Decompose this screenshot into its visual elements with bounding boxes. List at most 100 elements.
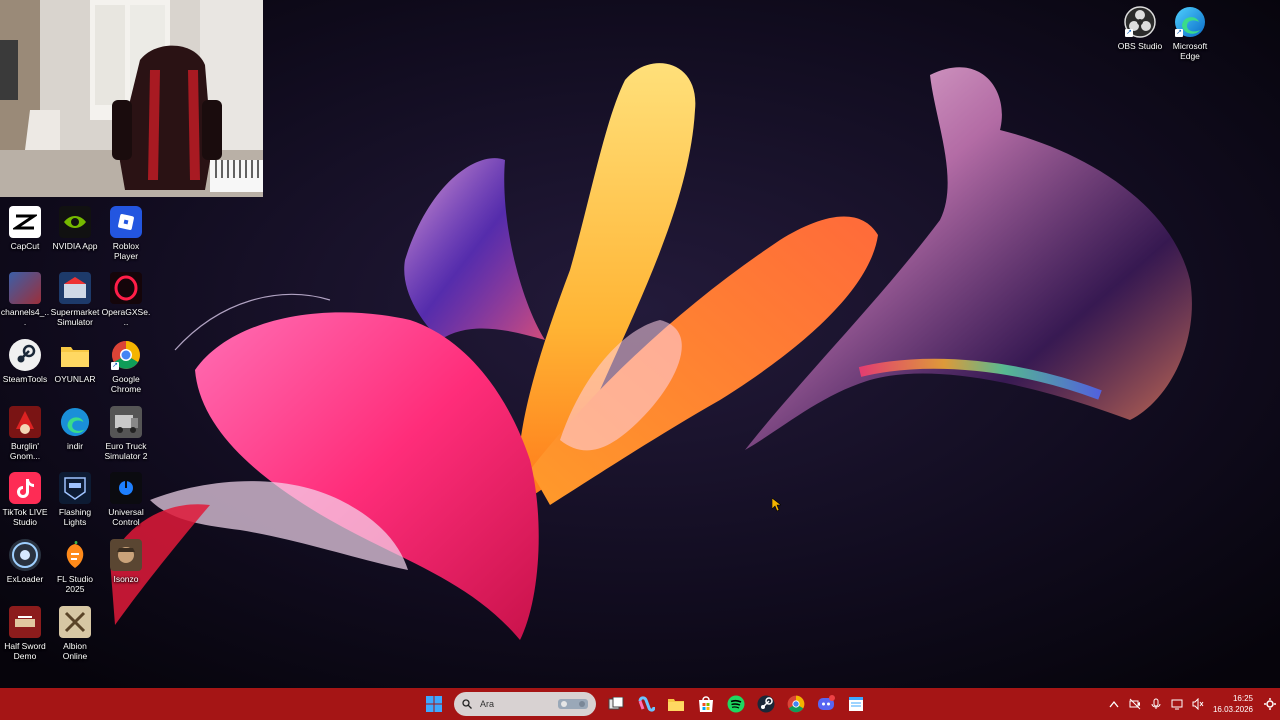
nvidia-icon [59,206,91,238]
supermarket-simulator-icon [59,272,91,304]
desktop-icon-label: FL Studio 2025 [56,574,94,594]
desktop-icon-label: NVIDIA App [52,241,98,251]
microsoft-store-button[interactable] [694,692,718,716]
microphone-button[interactable] [1146,688,1167,720]
shortcut-arrow-icon: ↗ [1175,29,1183,37]
desktop-icon-albion-online[interactable]: Albion Online [50,600,100,661]
search-input[interactable] [478,698,552,710]
desktop-icon-label: Burglin' Gnom... [9,441,41,461]
windows-logo-icon [426,696,442,712]
desktop-icon-isonzo[interactable]: Isonzo [101,533,151,584]
desktop-icon-nvidia-app[interactable]: NVIDIA App [50,200,100,251]
desktop-icon-label: TikTok LIVE Studio [2,507,48,527]
folder-icon [668,699,684,711]
desktop-icon-exloader[interactable]: ExLoader [0,533,50,584]
volume-button[interactable] [1188,688,1209,720]
desktop-icon-microsoft-edge[interactable]: ↗ Microsoft Edge [1165,0,1215,61]
half-sword-icon [9,606,41,638]
steam-button[interactable] [754,692,778,716]
chrome-taskbar-button[interactable] [784,692,808,716]
notepad-icon [849,697,863,711]
network-icon [1171,699,1183,710]
mouse-cursor-icon [772,498,781,512]
desktop-icon-label: Half Sword Demo [4,641,46,661]
task-view-button[interactable] [604,692,628,716]
image-file-icon [9,272,41,304]
edge-icon: ↗ [1174,6,1206,38]
desktop-icon-label: Google Chrome [110,374,142,394]
desktop-icon-label: SteamTools [2,374,48,384]
desktop-icon-label: ExLoader [6,574,44,584]
desktop-icon-flashing-lights[interactable]: Flashing Lights [50,466,100,527]
taskbar: 16:25 16.03.2026 [0,688,1280,720]
burglin-gnomes-icon [9,406,41,438]
desktop-icon-label: channels4_... [0,307,50,327]
steam-icon [757,695,775,713]
euro-truck-icon [110,406,142,438]
webcam-overlay [0,0,263,197]
file-explorer-button[interactable] [664,692,688,716]
desktop-icon-universal-control[interactable]: Universal Control [101,466,151,527]
microphone-icon [1151,698,1161,709]
desktop-icon-label: OYUNLAR [54,374,96,384]
spotify-icon [727,695,745,713]
opera-gx-icon [110,272,142,304]
desktop-icon-burglin-gnomes[interactable]: Burglin' Gnom... [0,400,50,461]
discord-icon [818,695,835,710]
desktop-icon-steamtools[interactable]: SteamTools [0,333,50,384]
discord-button[interactable] [814,692,838,716]
desktop-icon-tiktok-live-studio[interactable]: TikTok LIVE Studio [0,466,50,527]
desktop-icon-indir[interactable]: indir [50,400,100,451]
desktop-icon-label: Euro Truck Simulator 2 [104,441,148,461]
desktop-icon-operagx[interactable]: OperaGXSe... [101,266,151,327]
roblox-icon [110,206,142,238]
start-button[interactable] [422,692,446,716]
store-icon [699,696,713,712]
steamtools-icon [9,339,41,371]
notifications-button[interactable] [1259,688,1280,720]
spotify-button[interactable] [724,692,748,716]
desktop-icon-label: Isonzo [113,574,139,584]
isonzo-icon [110,539,142,571]
clock-time: 16:25 [1232,694,1253,703]
system-tray: 16:25 16.03.2026 [1104,688,1280,720]
camera-off-button[interactable] [1125,688,1146,720]
copilot-button[interactable] [634,692,658,716]
albion-online-icon [59,606,91,638]
desktop-icon-google-chrome[interactable]: ↗ Google Chrome [101,333,151,394]
notepad-button[interactable] [844,692,868,716]
desktop-icon-euro-truck-simulator-2[interactable]: Euro Truck Simulator 2 [101,400,151,461]
desktop-icon-capcut[interactable]: CapCut [0,200,50,251]
universal-control-icon [110,472,142,504]
task-view-icon [608,697,624,710]
clock[interactable]: 16:25 16.03.2026 [1209,693,1259,715]
chrome-icon: ↗ [110,339,142,371]
volume-muted-icon [1192,698,1204,710]
taskbar-pinned-apps [422,688,868,720]
desktop-icon-obs-studio[interactable]: ↗ OBS Studio [1115,0,1165,51]
desktop-icon-label: CapCut [10,241,40,251]
capcut-icon [9,206,41,238]
desktop-icon-channels4[interactable]: channels4_... [0,266,50,327]
desktop-icon-oyunlar[interactable]: OYUNLAR [50,333,100,384]
desktop-icon-label: OBS Studio [1117,41,1163,51]
tiktok-icon [9,472,41,504]
desktop-icon-label: Microsoft Edge [1172,41,1208,61]
clock-date: 16.03.2026 [1212,705,1253,714]
desktop-icon-label: Universal Control [108,507,144,527]
show-hidden-icons-button[interactable] [1104,688,1125,720]
camera-off-icon [1129,698,1141,710]
network-button[interactable] [1167,688,1188,720]
desktop-icon-half-sword-demo[interactable]: Half Sword Demo [0,600,50,661]
desktop-icon-supermarket-simulator[interactable]: Supermarket Simulator [50,266,100,327]
desktop-icon-label: indir [66,441,84,451]
desktop-icon-label: Flashing Lights [58,507,92,527]
taskbar-search[interactable] [454,692,596,716]
desktop-icon-label: OperaGXSe... [101,307,151,327]
desktop-icon-roblox-player[interactable]: Roblox Player [101,200,151,261]
shortcut-arrow-icon: ↗ [111,362,119,370]
search-icon [462,699,472,709]
desktop-icon-fl-studio-2025[interactable]: FL Studio 2025 [50,533,100,594]
fl-studio-icon [59,539,91,571]
exloader-icon [9,539,41,571]
